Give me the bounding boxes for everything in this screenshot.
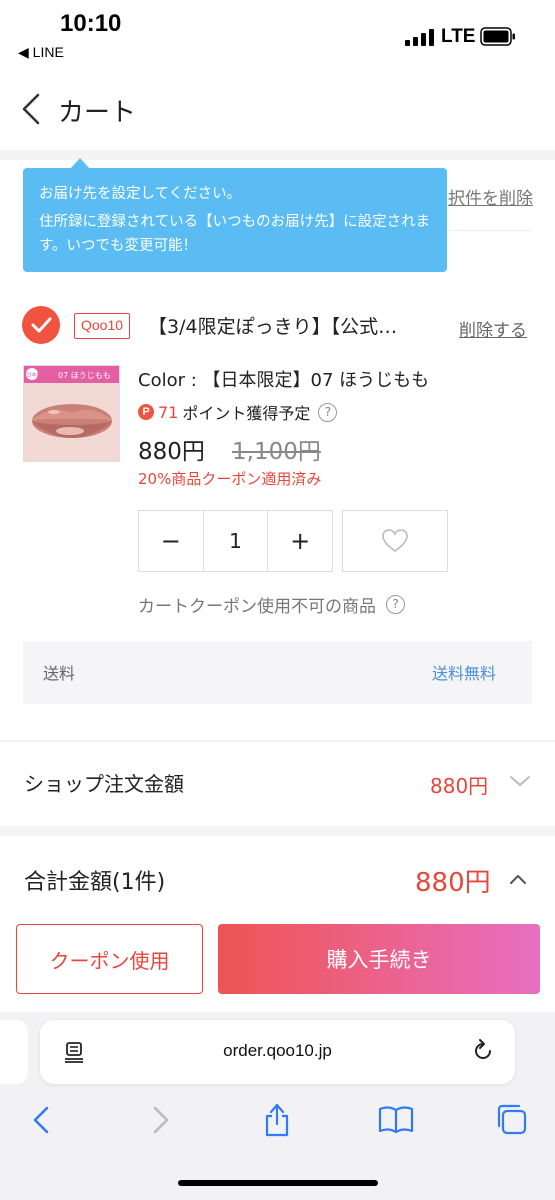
shipping-value: 送料無料: [432, 664, 497, 683]
tabs-icon[interactable]: [494, 1102, 528, 1136]
heart-icon: [382, 529, 408, 552]
previous-tab-preview[interactable]: [0, 1020, 28, 1084]
wishlist-button[interactable]: [342, 510, 448, 572]
item-checkbox[interactable]: [22, 306, 60, 344]
page-title: カート: [58, 98, 137, 128]
item-name[interactable]: 【3/4限定ぽっきり】【公式…: [148, 312, 448, 339]
back-icon[interactable]: [18, 92, 44, 126]
shop-total-label: ショップ注文金額: [24, 772, 184, 796]
thumb-tag: 日本限定: [27, 372, 47, 379]
quantity-value[interactable]: 1: [202, 511, 269, 571]
delete-selected-link[interactable]: 択件を削除: [448, 184, 533, 209]
chevron-down-icon[interactable]: [508, 772, 532, 790]
coupon-applied-note: 20%商品クーポン適用済み: [138, 470, 322, 488]
status-time: 10:10: [60, 10, 122, 37]
total-value: 880円: [415, 868, 491, 898]
battery-icon: [480, 27, 515, 46]
shipping-label: 送料: [43, 664, 76, 683]
home-indicator: [178, 1180, 378, 1186]
help-icon[interactable]: ?: [386, 595, 405, 614]
browser-forward-icon[interactable]: [150, 1104, 172, 1136]
check-icon: [31, 317, 52, 333]
tooltip-title: お届け先を設定してください。: [39, 186, 242, 202]
shop-total-value: 880円: [430, 774, 489, 798]
quantity-stepper: − 1 +: [138, 510, 333, 572]
product-image[interactable]: 日本限定 07 ほうじもも: [23, 365, 120, 462]
tooltip-body: 住所録に登録されている【いつものお届け先】に設定されます。いつでも変更可能！: [39, 214, 431, 254]
thumb-label: 07 ほうじもも: [58, 371, 111, 380]
item-delete-link[interactable]: 削除する: [459, 316, 527, 341]
cart-coupon-note: カートクーポン使用不可の商品 ?: [138, 592, 405, 617]
item-price: 880円: [138, 439, 205, 465]
address-tooltip[interactable]: お届け先を設定してください。 住所録に登録されている【いつものお届け先】に設定さ…: [23, 168, 447, 272]
use-coupon-button[interactable]: クーポン使用: [16, 924, 203, 994]
network-label: LTE: [441, 26, 476, 47]
total-label: 合計金額(1件): [24, 870, 166, 895]
shop-badge[interactable]: Qoo10: [74, 313, 131, 339]
points-row: P 71 ポイント獲得予定 ?: [138, 400, 338, 424]
chevron-up-icon[interactable]: [508, 872, 528, 886]
divider: [0, 826, 555, 836]
points-icon: P: [138, 404, 154, 420]
points-label: ポイント獲得予定: [182, 404, 311, 423]
item-option: Color : 【日本限定】07 ほうじもも: [138, 370, 430, 391]
cart-coupon-note-text: カートクーポン使用不可の商品: [138, 597, 376, 617]
bookmarks-icon[interactable]: [378, 1104, 414, 1134]
item-original-price: 1,100円: [232, 439, 321, 465]
reload-icon[interactable]: [470, 1038, 496, 1064]
browser-back-icon[interactable]: [30, 1104, 52, 1136]
decrease-button[interactable]: −: [139, 511, 203, 571]
url-text[interactable]: order.qoo10.jp: [40, 1041, 515, 1061]
help-icon[interactable]: ?: [318, 402, 338, 422]
share-icon[interactable]: [262, 1100, 292, 1138]
back-to-app-link[interactable]: ◀ LINE: [18, 44, 64, 61]
points-value: 71: [158, 402, 179, 422]
checkout-button[interactable]: 購入手続き: [218, 924, 540, 994]
signal-icon: [405, 28, 437, 46]
divider: [0, 740, 555, 742]
increase-button[interactable]: +: [268, 511, 332, 571]
